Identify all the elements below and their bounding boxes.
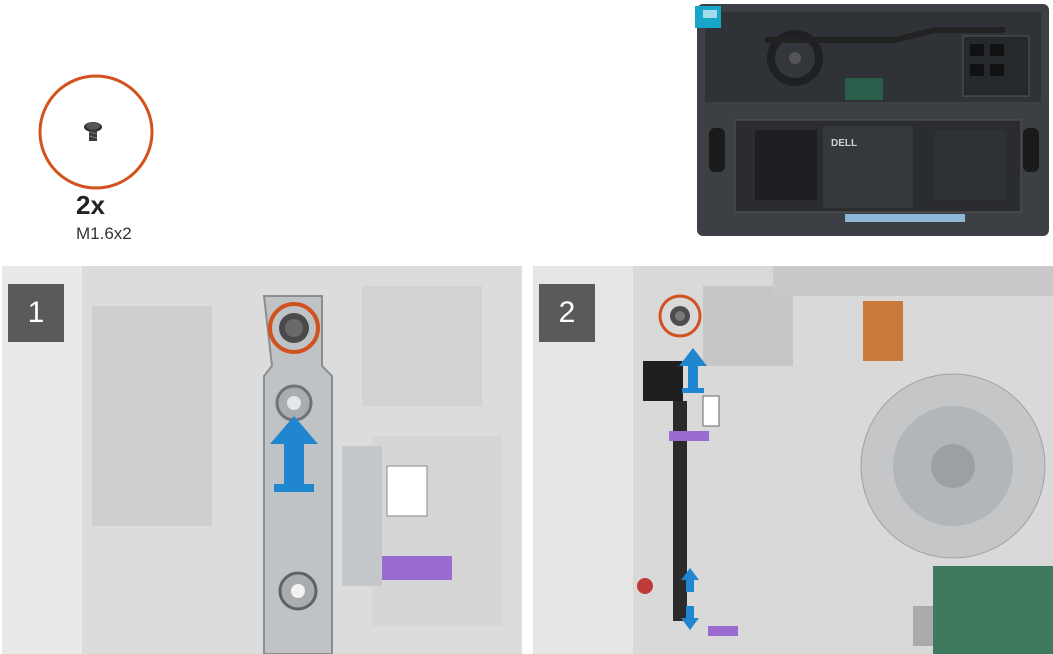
step-1-panel: 1 (2, 266, 522, 654)
screw-quantity: 2x (76, 190, 105, 220)
screw-size: M1.6x2 (76, 224, 132, 243)
screw-icon (279, 313, 309, 343)
overview-image: DELL (695, 0, 1053, 240)
battery-logo: DELL (831, 138, 857, 149)
screw-icon (670, 306, 690, 326)
step-1-badge: 1 (8, 284, 64, 342)
step-2-badge: 2 (539, 284, 595, 342)
screw-callout (36, 72, 156, 192)
step-2-panel: 2 (533, 266, 1053, 654)
